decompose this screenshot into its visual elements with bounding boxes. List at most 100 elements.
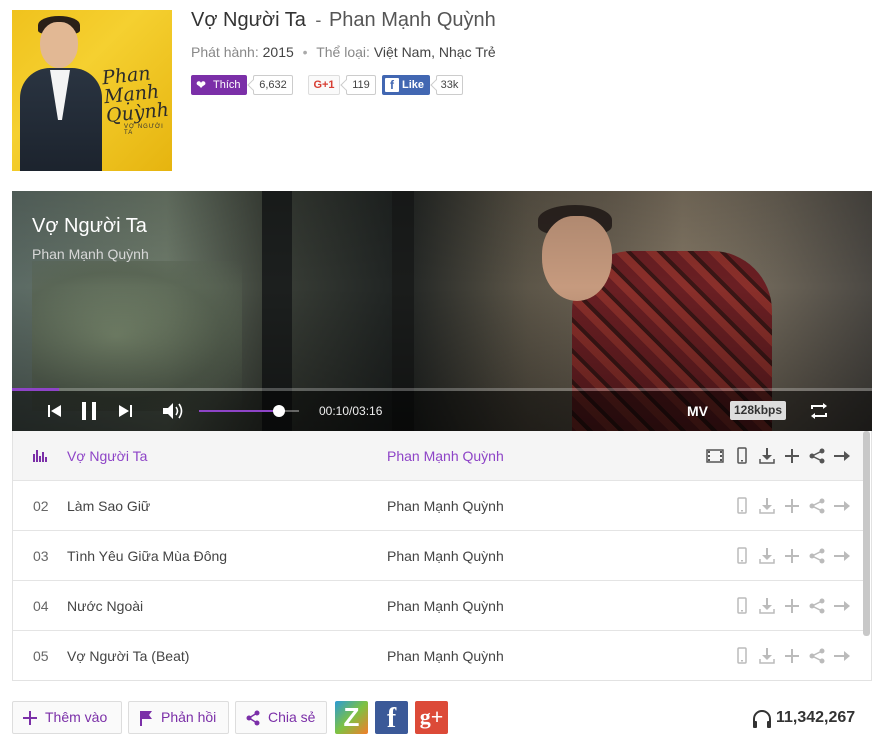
add-icon[interactable] — [783, 597, 801, 615]
genre-links[interactable]: Việt Nam, Nhạc Trẻ — [374, 44, 496, 60]
playlist-row[interactable]: 04 Nước Ngoài Phan Mạnh Quỳnh — [13, 581, 865, 631]
share-icon — [246, 710, 260, 726]
share-icon[interactable] — [808, 597, 826, 615]
like-label: Thích — [213, 79, 241, 91]
mobile-icon[interactable] — [733, 547, 751, 565]
row-actions — [705, 531, 855, 581]
download-icon[interactable] — [758, 647, 776, 665]
share-icon[interactable] — [808, 447, 826, 465]
facebook-share-icon[interactable]: f — [375, 701, 408, 734]
volume-knob[interactable] — [273, 405, 285, 417]
song-title[interactable]: Vợ Người Ta (Beat) — [67, 631, 189, 680]
playback-time: 00:10/03:16 — [319, 404, 383, 418]
song-artist[interactable]: Phan Mạnh Quỳnh — [387, 531, 504, 581]
title-separator: - — [315, 10, 322, 30]
download-icon[interactable] — [758, 597, 776, 615]
gplus-share-icon[interactable]: g+ — [415, 701, 448, 734]
volume-fill — [199, 410, 279, 412]
player-controls: 00:10/03:16 MV 128kbps — [12, 391, 872, 431]
cover-artist-head — [40, 22, 78, 68]
add-icon[interactable] — [783, 647, 801, 665]
previous-icon[interactable] — [46, 391, 64, 431]
song-title[interactable]: Vợ Người Ta — [67, 431, 147, 481]
release-label: Phát hành: — [191, 44, 259, 60]
row-actions — [705, 631, 855, 680]
mobile-icon[interactable] — [733, 647, 751, 665]
next-arrow-icon[interactable] — [833, 447, 851, 465]
heart-icon: ❤ — [196, 78, 207, 92]
share-icon[interactable] — [808, 547, 826, 565]
bitrate-button[interactable]: 128kbps — [730, 401, 787, 420]
volume-slider[interactable] — [199, 405, 299, 417]
song-artist[interactable]: Phan Mạnh Quỳnh — [387, 431, 504, 481]
download-icon[interactable] — [758, 447, 776, 465]
add-icon[interactable] — [783, 497, 801, 515]
song-title[interactable]: Tình Yêu Giữa Mùa Đông — [67, 531, 227, 581]
release-year: 2015 — [262, 44, 294, 60]
share-icon[interactable] — [808, 497, 826, 515]
track-number: 05 — [33, 648, 49, 664]
song-title[interactable]: Nước Ngoài — [67, 581, 143, 631]
fb-like-count: 33k — [436, 75, 463, 95]
plus-icon — [23, 711, 37, 725]
download-icon[interactable] — [758, 497, 776, 515]
share-label: Chia sẻ — [268, 709, 316, 725]
download-icon[interactable] — [758, 547, 776, 565]
add-icon[interactable] — [783, 547, 801, 565]
pause-icon[interactable] — [80, 391, 98, 431]
next-arrow-icon[interactable] — [833, 647, 851, 665]
meta-dot: • — [302, 44, 308, 60]
now-playing-icon — [33, 450, 49, 462]
album-artist-link[interactable]: Phan Mạnh Quỳnh — [329, 9, 496, 31]
gplus-count: 119 — [346, 75, 376, 95]
gplus-button[interactable]: G+1 — [308, 75, 340, 95]
player-song-title: Vợ Người Ta — [32, 215, 147, 237]
volume-icon[interactable] — [162, 391, 188, 431]
song-artist[interactable]: Phan Mạnh Quỳnh — [387, 631, 504, 680]
zing-share-icon[interactable]: Z — [335, 701, 368, 734]
video-icon[interactable] — [706, 447, 724, 465]
next-arrow-icon[interactable] — [833, 497, 851, 515]
feedback-button[interactable]: Phản hồi — [128, 701, 229, 734]
playlist-row[interactable]: 03 Tình Yêu Giữa Mùa Đông Phan Mạnh Quỳn… — [13, 531, 865, 581]
album-cover[interactable]: Phan Mạnh Quỳnh VỢ NGƯỜI TA — [12, 10, 172, 171]
track-number: 04 — [33, 598, 49, 614]
genre-label: Thể loại: — [316, 44, 370, 60]
video-player[interactable]: Vợ Người Ta Phan Mạnh Quỳnh 00:10/03:16 … — [12, 191, 872, 431]
album-title-row: Vợ Người Ta - Phan Mạnh Quỳnh — [191, 9, 496, 32]
row-actions — [705, 481, 855, 531]
mobile-icon[interactable] — [733, 597, 751, 615]
playlist: Vợ Người Ta Phan Mạnh Quỳnh 02 Làm Sao G… — [12, 431, 872, 681]
playlist-row[interactable]: 05 Vợ Người Ta (Beat) Phan Mạnh Quỳnh — [13, 631, 865, 680]
mobile-icon[interactable] — [733, 447, 751, 465]
playlist-scrollbar[interactable] — [863, 431, 870, 636]
song-artist[interactable]: Phan Mạnh Quỳnh — [387, 481, 504, 531]
listen-count-value: 11,342,267 — [776, 709, 856, 726]
song-title[interactable]: Làm Sao Giữ — [67, 481, 150, 531]
like-count: 6,632 — [253, 75, 293, 95]
album-title: Vợ Người Ta — [191, 9, 306, 31]
mobile-icon[interactable] — [733, 497, 751, 515]
flag-icon — [140, 711, 152, 726]
share-button[interactable]: Chia sẻ — [235, 701, 327, 734]
next-arrow-icon[interactable] — [833, 597, 851, 615]
mv-button[interactable]: MV — [687, 391, 708, 431]
playlist-row[interactable]: Vợ Người Ta Phan Mạnh Quỳnh — [13, 431, 865, 481]
player-song-artist[interactable]: Phan Mạnh Quỳnh — [32, 246, 149, 262]
share-icon[interactable] — [808, 647, 826, 665]
playlist-row[interactable]: 02 Làm Sao Giữ Phan Mạnh Quỳnh — [13, 481, 865, 531]
add-to-button[interactable]: Thêm vào — [12, 701, 122, 734]
fb-like-label: Like — [402, 79, 425, 91]
repeat-icon[interactable] — [809, 391, 833, 431]
next-arrow-icon[interactable] — [833, 547, 851, 565]
headphones-icon — [753, 710, 771, 728]
facebook-like-button[interactable]: f Like — [382, 75, 430, 95]
next-icon[interactable] — [116, 391, 134, 431]
facebook-icon: f — [385, 78, 399, 92]
like-button[interactable]: ❤ Thích — [191, 75, 247, 95]
feedback-label: Phản hồi — [161, 709, 217, 725]
row-actions — [705, 581, 855, 631]
add-icon[interactable] — [783, 447, 801, 465]
cover-subtitle: VỢ NGƯỜI TA — [124, 124, 164, 136]
song-artist[interactable]: Phan Mạnh Quỳnh — [387, 581, 504, 631]
